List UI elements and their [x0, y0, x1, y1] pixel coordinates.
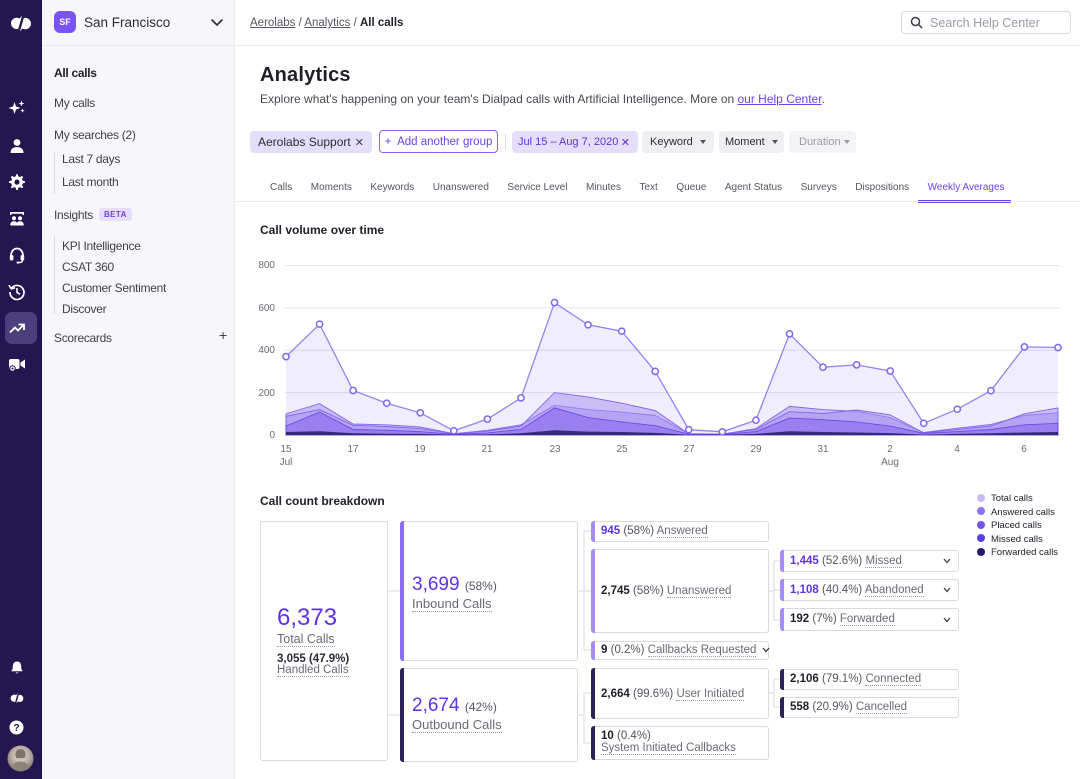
svg-text:?: ?: [13, 723, 19, 734]
